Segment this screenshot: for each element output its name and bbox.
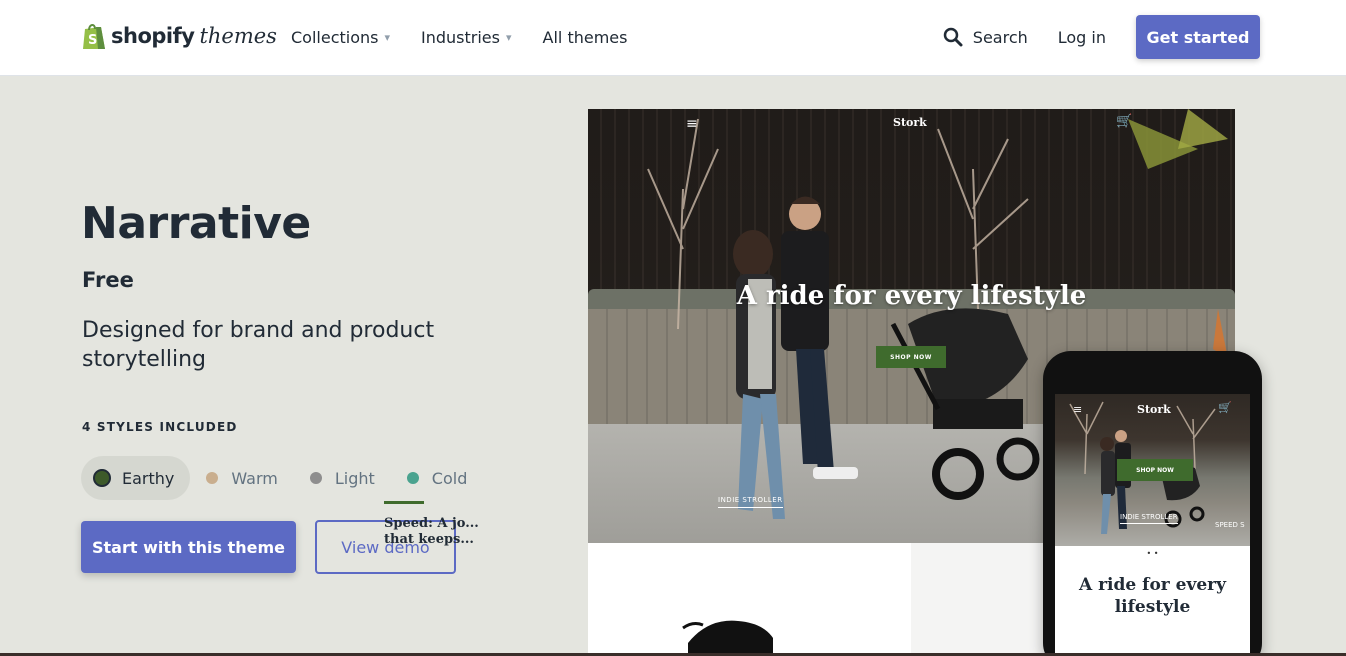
search-button[interactable]: Search: [943, 27, 1028, 47]
style-swatch: [206, 472, 219, 484]
mobile-store-logo: Stork: [1137, 403, 1171, 416]
mobile-menu-icon: ≡: [1073, 403, 1083, 416]
stroller-product-image: [682, 620, 773, 656]
chevron-down-icon: ▾: [384, 30, 391, 44]
preview-store-logo: Stork: [893, 116, 927, 129]
carousel-dots: • •: [1146, 549, 1159, 558]
nav-all-themes[interactable]: All themes: [543, 26, 628, 48]
style-label: Cold: [431, 468, 468, 488]
theme-title: Narrative: [81, 198, 311, 249]
style-option-earthy[interactable]: Earthy: [81, 456, 191, 500]
style-swatch: [406, 472, 419, 484]
style-swatch: [93, 469, 111, 487]
menu-icon: ≡: [686, 116, 698, 132]
header-actions: Search Log in Get started: [943, 15, 1260, 59]
nav-industries-label: Industries: [421, 27, 500, 47]
style-label: Warm: [231, 468, 278, 488]
nav-collections[interactable]: Collections ▾: [291, 26, 390, 48]
mobile-screen: ≡ Stork 🛒 SHOP NOW INDIE STROLLER SPEED …: [1055, 394, 1250, 656]
mobile-preview: ≡ Stork 🛒 SHOP NOW INDIE STROLLER SPEED …: [1043, 351, 1262, 656]
shopify-themes-logo[interactable]: S shopify themes: [81, 20, 277, 52]
style-swatch: [309, 472, 322, 484]
mobile-headline: A ride for every lifestyle: [1078, 575, 1226, 617]
feature-accent-bar: [384, 501, 424, 504]
nav-all-themes-label: All themes: [542, 27, 628, 47]
nav-collections-label: Collections: [291, 27, 379, 47]
login-link[interactable]: Log in: [1058, 28, 1106, 47]
mobile-shop-now-button: SHOP NOW: [1117, 459, 1193, 481]
preview-caption: INDIE STROLLER: [718, 496, 783, 508]
preview-feature-title: Speed: A jo... that keeps...: [384, 516, 479, 547]
mobile-caption-secondary: SPEED S: [1215, 521, 1245, 529]
mobile-caption: INDIE STROLLER: [1120, 513, 1178, 524]
logo-sub-text: themes: [199, 24, 277, 48]
style-option-warm[interactable]: Warm: [194, 456, 293, 500]
start-with-theme-button[interactable]: Start with this theme: [81, 521, 296, 573]
theme-price: Free: [82, 268, 134, 292]
get-started-button[interactable]: Get started: [1136, 15, 1260, 59]
cart-icon: 🛒: [1116, 114, 1133, 129]
search-icon: [943, 27, 963, 47]
site-header: S shopify themes Collections ▾ Industrie…: [0, 0, 1346, 76]
style-option-light[interactable]: Light: [298, 456, 391, 500]
main-nav: Collections ▾ Industries ▾ All themes: [291, 26, 658, 48]
styles-count-label: 4 STYLES INCLUDED: [82, 420, 238, 434]
mobile-hero-image: ≡ Stork 🛒 SHOP NOW INDIE STROLLER SPEED …: [1055, 394, 1250, 546]
preview-shop-now-button: SHOP NOW: [876, 346, 946, 368]
logo-brand-text: shopify: [111, 24, 195, 48]
style-option-cold[interactable]: Cold: [395, 456, 484, 500]
style-label: Light: [334, 468, 375, 488]
mobile-cart-icon: 🛒: [1218, 401, 1232, 414]
shopify-bag-icon: S: [83, 24, 105, 49]
style-selector: Earthy Warm Light Cold: [81, 456, 487, 500]
theme-description: Designed for brand and product storytell…: [82, 318, 435, 372]
style-label: Earthy: [122, 468, 175, 488]
chevron-down-icon: ▾: [505, 30, 512, 44]
svg-text:S: S: [88, 33, 97, 48]
preview-product-panel: [588, 543, 911, 656]
nav-industries[interactable]: Industries ▾: [421, 26, 512, 48]
preview-headline: A ride for every lifestyle: [736, 281, 1087, 311]
search-label: Search: [972, 27, 1028, 47]
